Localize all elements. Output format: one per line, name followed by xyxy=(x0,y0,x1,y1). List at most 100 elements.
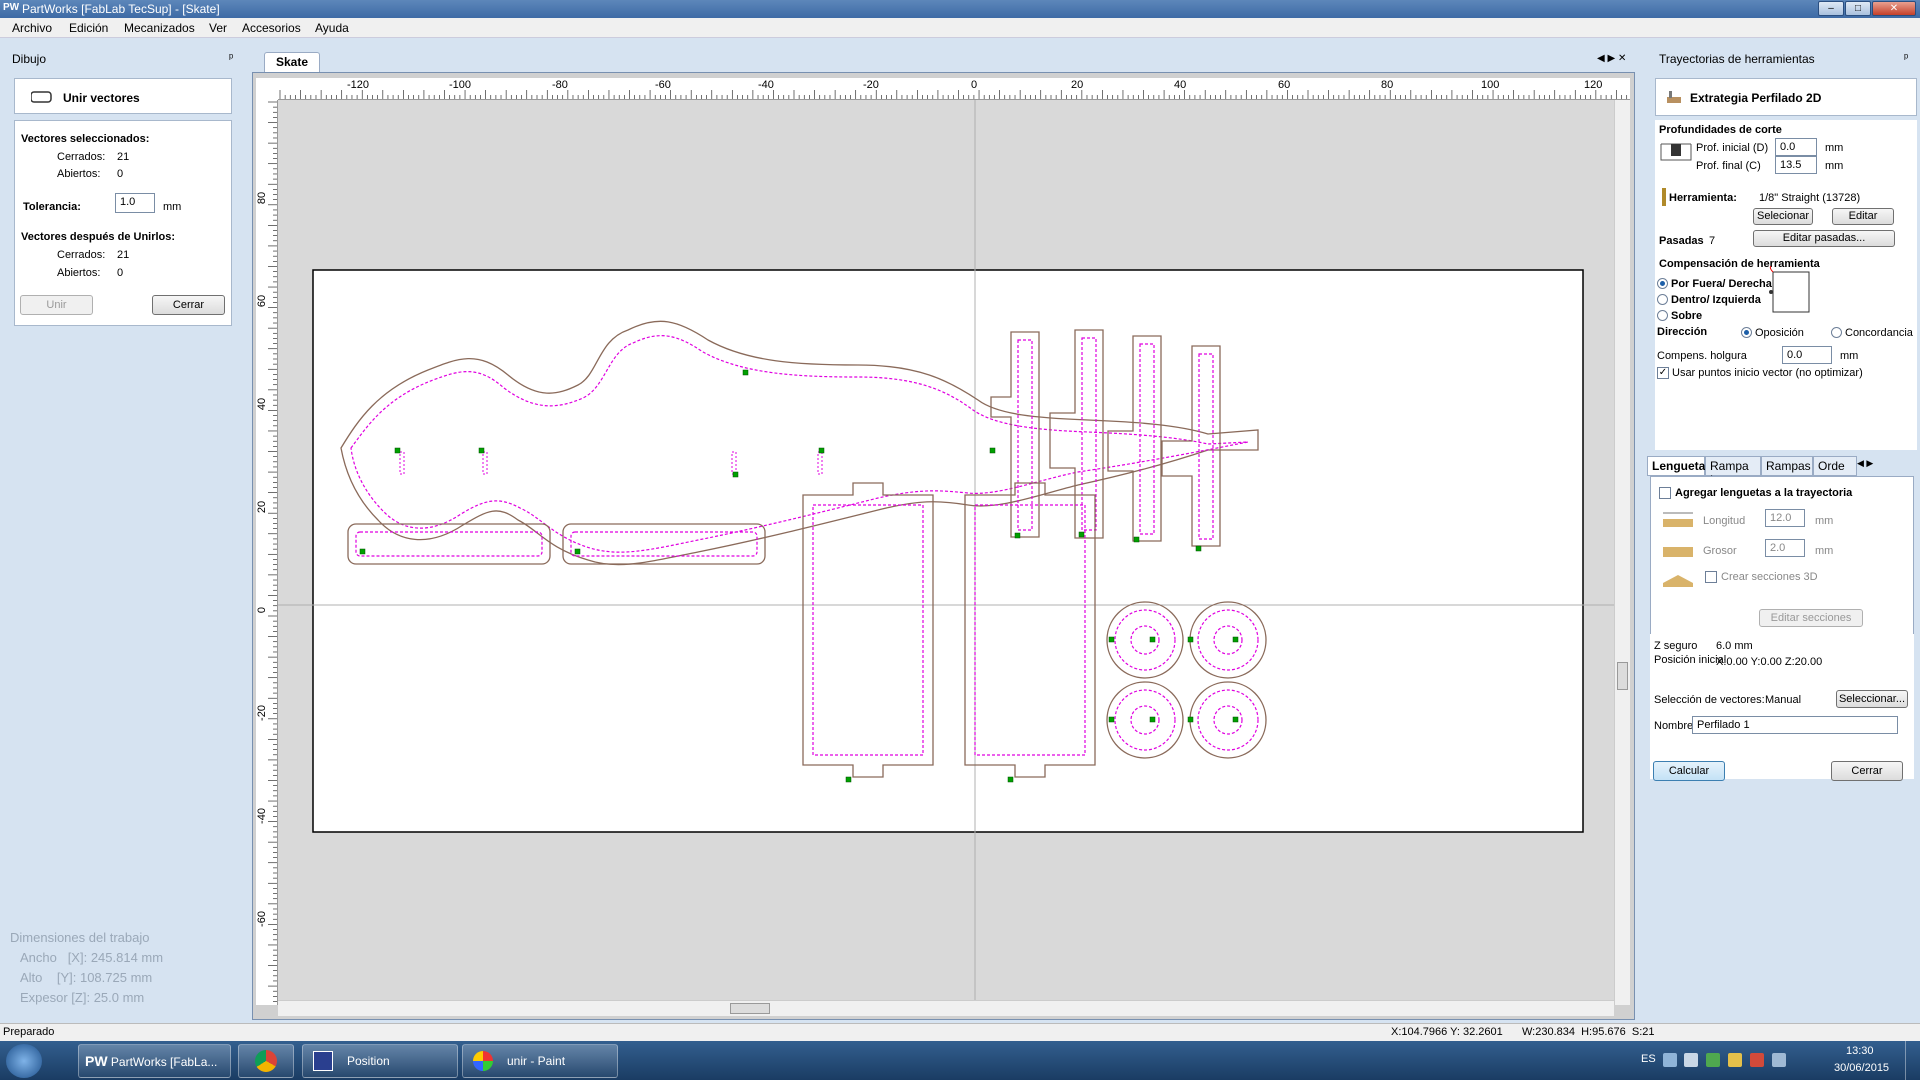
language-indicator[interactable]: ES xyxy=(1641,1053,1656,1065)
comp-outside-radio[interactable] xyxy=(1657,278,1668,289)
start-depth-unit: mm xyxy=(1825,142,1844,154)
menu-edicion[interactable]: Edición xyxy=(69,21,108,35)
thickness-input[interactable]: 2.0 xyxy=(1765,539,1805,557)
drawing-canvas[interactable] xyxy=(278,100,1614,1000)
toolpath-footer: Z seguro 6.0 mm Posición inicial X:0.00 … xyxy=(1650,634,1914,779)
final-depth-label: Prof. final (C) xyxy=(1696,160,1761,172)
show-desktop-button[interactable] xyxy=(1905,1041,1920,1080)
chrome-icon xyxy=(255,1050,277,1072)
subtab-scroll-arrows[interactable]: ◀ ▶ xyxy=(1857,458,1873,469)
pin-icon[interactable]: ᵖ xyxy=(1904,52,1908,64)
comp-inside-radio[interactable] xyxy=(1657,294,1668,305)
taskbar-item-paint[interactable]: unir - Paint xyxy=(462,1044,618,1078)
ruler-x-label: -80 xyxy=(552,79,568,91)
speaker-icon[interactable] xyxy=(1772,1053,1786,1067)
tolerance-input[interactable]: 1.0 xyxy=(115,193,155,213)
ruler-x-label: -120 xyxy=(347,79,370,91)
horizontal-scroll-thumb[interactable] xyxy=(730,1003,770,1014)
maximize-button[interactable]: □ xyxy=(1845,1,1871,16)
vertical-scrollbar[interactable] xyxy=(1614,100,1630,1005)
menu-mecanizados[interactable]: Mecanizados xyxy=(124,21,195,35)
compensation-preview-icon xyxy=(1769,266,1810,313)
ruler-x-label: 20 xyxy=(1071,79,1084,91)
edit-tool-button[interactable]: Editar xyxy=(1832,208,1894,225)
ruler-y-label: 40 xyxy=(256,397,269,411)
ruler-x-label: 40 xyxy=(1174,79,1187,91)
start-depth-input[interactable]: 0.0 xyxy=(1775,138,1817,156)
taskbar-item-label: PartWorks [FabLa... xyxy=(110,1055,218,1069)
edit-sections-button[interactable]: Editar secciones xyxy=(1759,609,1863,627)
select-tool-button[interactable]: Selecionar xyxy=(1753,208,1813,225)
menu-ayuda[interactable]: Ayuda xyxy=(315,21,349,35)
ruler-x-label: 0 xyxy=(971,79,978,91)
create-3d-checkbox[interactable] xyxy=(1705,571,1717,583)
title-bar: PW PartWorks [FabLab TecSup] - [Skate] –… xyxy=(0,0,1920,18)
start-button[interactable] xyxy=(6,1044,42,1078)
tab-lenguetas[interactable]: Lenguetas xyxy=(1647,456,1712,476)
join-vectors-icon xyxy=(31,91,52,103)
after-closed-label: Cerrados: xyxy=(57,249,106,261)
toolpath-name-input[interactable]: Perfilado 1 xyxy=(1692,716,1898,734)
strategy-title: Extrategia Perfilado 2D xyxy=(1690,91,1822,105)
calculate-button[interactable]: Calcular xyxy=(1653,761,1725,781)
safe-z-label: Z seguro xyxy=(1654,640,1698,652)
ruler-y-label: -40 xyxy=(256,808,268,824)
shield-icon[interactable] xyxy=(1750,1053,1764,1067)
select-vectors-button[interactable]: Seleccionar... xyxy=(1836,690,1908,708)
close-window-button[interactable]: ✕ xyxy=(1872,1,1916,16)
passes-label: Pasadas xyxy=(1659,235,1704,247)
menu-archivo[interactable]: Archivo xyxy=(12,21,52,35)
closed-label: Cerrados: xyxy=(57,151,106,163)
taskbar-item-partworks[interactable]: PW PartWorks [FabLa... xyxy=(78,1044,231,1078)
paint-icon xyxy=(473,1051,493,1071)
dir-conventional-label: Concordancia xyxy=(1845,327,1913,339)
close-join-button[interactable]: Cerrar xyxy=(152,295,225,315)
pin-icon[interactable]: ᵖ xyxy=(229,52,233,64)
dir-climb-radio[interactable] xyxy=(1741,327,1752,338)
tab-skate[interactable]: Skate xyxy=(264,52,320,72)
ruler-x-label: -40 xyxy=(758,79,774,91)
selected-heading: Vectores seleccionados: xyxy=(21,133,150,145)
vertical-scroll-thumb[interactable] xyxy=(1617,662,1628,690)
clock-date[interactable]: 30/06/2015 xyxy=(1834,1062,1889,1074)
volume-icon[interactable] xyxy=(1684,1053,1698,1067)
tab-nav-arrows[interactable]: ◀ ▶ ✕ xyxy=(1597,53,1626,64)
menu-accesorios[interactable]: Accesorios xyxy=(242,21,301,35)
minimize-button[interactable]: – xyxy=(1818,1,1844,16)
add-tabs-checkbox[interactable] xyxy=(1659,487,1671,499)
join-button[interactable]: Unir xyxy=(20,295,93,315)
allowance-input[interactable]: 0.0 xyxy=(1782,346,1832,364)
length-label: Longitud xyxy=(1703,515,1746,527)
clock-time[interactable]: 13:30 xyxy=(1846,1045,1874,1057)
edit-passes-button[interactable]: Editar pasadas... xyxy=(1753,230,1895,247)
tab-thickness-icon xyxy=(1663,547,1693,557)
depths-heading: Profundidades de corte xyxy=(1659,124,1782,136)
tabs-settings: Agregar lenguetas a la trayectoria Longi… xyxy=(1650,476,1914,659)
dir-climb-label: Oposición xyxy=(1755,327,1804,339)
comp-inside-label: Dentro/ Izquierda xyxy=(1671,294,1761,306)
home-value: X:0.00 Y:0.00 Z:20.00 xyxy=(1716,656,1823,668)
allowance-label: Compens. holgura xyxy=(1657,350,1747,362)
horizontal-scrollbar[interactable] xyxy=(278,1000,1614,1016)
network-icon[interactable] xyxy=(1706,1053,1720,1067)
safe-z-value: 6.0 mm xyxy=(1716,640,1753,652)
menu-ver[interactable]: Ver xyxy=(209,21,227,35)
use-start-points-label: Usar puntos inicio vector (no optimizar) xyxy=(1672,367,1863,379)
tab-rampa-l[interactable]: Rampa L. xyxy=(1705,456,1761,487)
taskbar-item-position[interactable]: Position xyxy=(302,1044,458,1078)
tab-rampas[interactable]: Rampas xyxy=(1761,456,1813,476)
comp-on-radio[interactable] xyxy=(1657,310,1668,321)
tab-orden[interactable]: Orde xyxy=(1813,456,1857,476)
dir-conventional-radio[interactable] xyxy=(1831,327,1842,338)
taskbar-item-chrome[interactable] xyxy=(238,1044,294,1078)
close-toolpath-button[interactable]: Cerrar xyxy=(1831,761,1903,781)
flag-icon[interactable] xyxy=(1728,1053,1742,1067)
ruler-x-label: 100 xyxy=(1481,79,1500,91)
ruler-y-ticks xyxy=(268,101,277,1002)
length-input[interactable]: 12.0 xyxy=(1765,509,1805,527)
ruler-y-label: -20 xyxy=(256,705,268,721)
final-depth-input[interactable]: 13.5 xyxy=(1775,156,1817,174)
tool-value: 1/8" Straight (13728) xyxy=(1759,192,1861,204)
use-start-points-checkbox[interactable]: ✓ xyxy=(1657,367,1669,379)
tray-arrow-icon[interactable] xyxy=(1663,1053,1677,1067)
